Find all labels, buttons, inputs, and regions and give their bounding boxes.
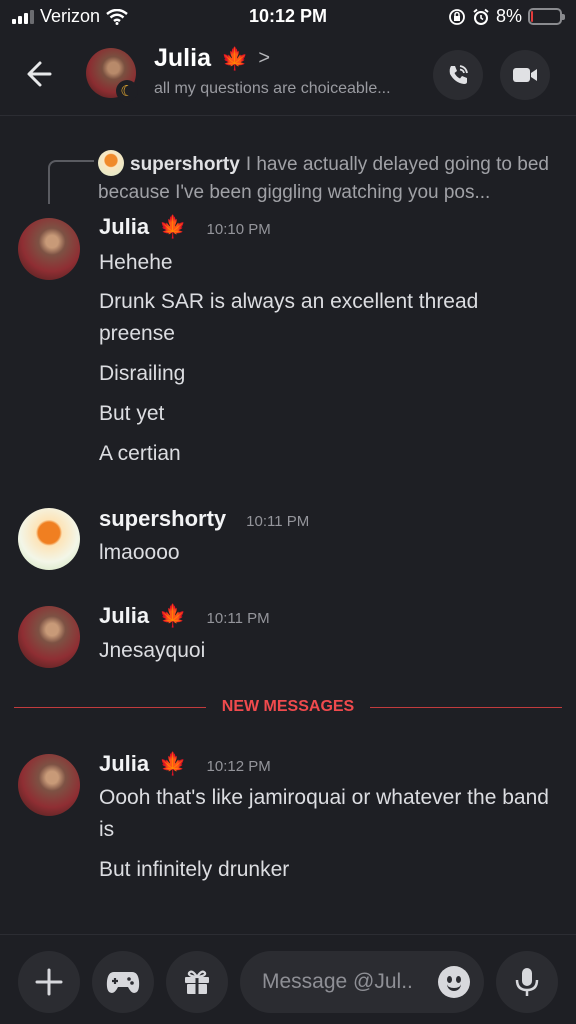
avatar[interactable]	[18, 508, 80, 570]
message-text[interactable]: But infinitely drunker	[99, 854, 559, 886]
message-header: supershorty 10:11 PM	[99, 506, 309, 532]
message-input[interactable]: Message @Jul..	[240, 951, 484, 1013]
new-messages-label: NEW MESSAGES	[221, 698, 355, 715]
gamepad-icon	[106, 972, 140, 993]
rotation-lock-icon	[449, 8, 465, 25]
status-bar: Verizon 10:12 PM 8%	[0, 0, 576, 34]
arrow-left-icon[interactable]	[20, 54, 64, 94]
maple-leaf-icon: 🍁	[159, 751, 187, 776]
battery-percent: 8%	[495, 6, 522, 26]
reply-preview[interactable]: supershorty I have actually delayed going…	[98, 150, 558, 207]
page-title[interactable]: Julia 🍁 >	[154, 44, 270, 73]
message-time: 10:12 PM	[206, 758, 271, 775]
reply-avatar	[98, 150, 124, 176]
battery-level	[531, 11, 533, 22]
microphone-icon	[515, 968, 539, 996]
reply-username: supershorty	[130, 154, 240, 175]
maple-leaf-icon: 🍁	[159, 214, 187, 239]
call-button[interactable]	[433, 50, 483, 100]
message-author[interactable]: Julia	[99, 751, 149, 777]
maple-leaf-icon: 🍁	[159, 603, 187, 628]
avatar[interactable]	[18, 218, 80, 280]
new-messages-divider: NEW MESSAGES	[14, 694, 562, 722]
emoji-icon[interactable]	[438, 966, 470, 998]
message-header: Julia 🍁 10:12 PM	[99, 751, 271, 777]
chat-header: ☾ Julia 🍁 > all my questions are choicea…	[0, 34, 576, 116]
idle-moon-icon: ☾	[116, 80, 138, 102]
phone-call-icon	[449, 65, 468, 84]
maple-leaf-icon: 🍁	[220, 45, 249, 71]
message-input-placeholder: Message @Jul..	[262, 970, 413, 993]
message-header: Julia 🍁 10:11 PM	[99, 603, 270, 629]
message-time: 10:11 PM	[246, 513, 310, 530]
add-attachment-button[interactable]	[18, 951, 80, 1013]
message-time: 10:10 PM	[206, 221, 271, 238]
battery-icon	[528, 8, 565, 25]
plus-icon	[35, 968, 63, 996]
activities-button[interactable]	[92, 951, 154, 1013]
message-text[interactable]: Jnesayquoi	[99, 635, 559, 667]
chevron-right-icon: >	[258, 47, 271, 69]
message-header: Julia 🍁 10:10 PM	[99, 214, 271, 240]
avatar[interactable]	[18, 606, 80, 668]
message-author[interactable]: Julia	[99, 214, 149, 240]
message-author[interactable]: Julia	[99, 603, 149, 629]
reply-connector	[48, 160, 94, 204]
message-composer: Message @Jul..	[0, 934, 576, 1024]
avatar[interactable]	[18, 754, 80, 816]
message-text[interactable]: Oooh that's like jamiroquai or whatever …	[99, 782, 559, 846]
message-time: 10:11 PM	[206, 610, 270, 627]
header-name: Julia	[154, 44, 211, 72]
header-status: all my questions are choiceable...	[154, 80, 391, 97]
message-author[interactable]: supershorty	[99, 506, 226, 532]
gift-button[interactable]	[166, 951, 228, 1013]
message-text[interactable]: Disrailing	[99, 358, 559, 390]
gift-icon	[185, 970, 209, 994]
alarm-icon	[473, 8, 489, 25]
message-text[interactable]: But yet	[99, 398, 559, 430]
message-text[interactable]: A certian	[99, 438, 559, 470]
message-text[interactable]: Drunk SAR is always an excellent thread …	[99, 286, 559, 350]
message-text[interactable]: lmaoooo	[99, 537, 559, 569]
message-text[interactable]: Hehehe	[99, 247, 559, 279]
video-call-button[interactable]	[500, 50, 550, 100]
video-camera-icon	[513, 68, 537, 82]
voice-message-button[interactable]	[496, 951, 558, 1013]
